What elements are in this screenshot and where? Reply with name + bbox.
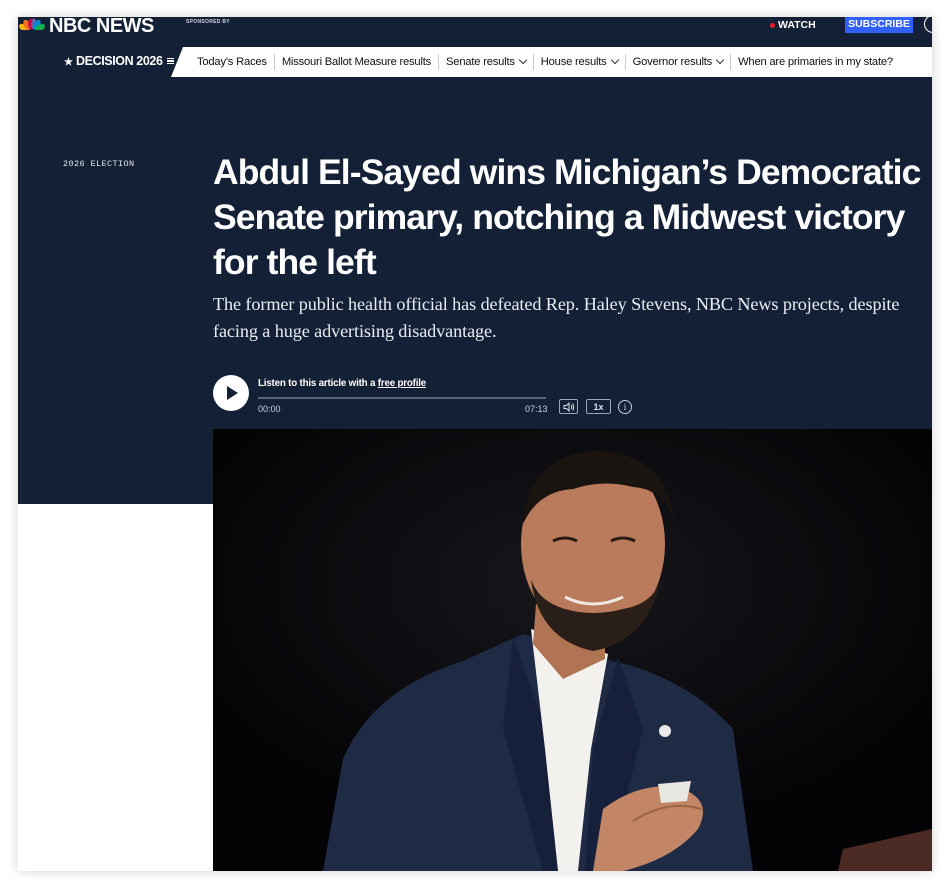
sponsored-label: SPONSORED BY [186, 19, 230, 25]
volume-button[interactable] [559, 399, 578, 414]
subnav-item-senate-results[interactable]: Senate results [438, 54, 533, 70]
decision-brand: DECISION 2026 [76, 54, 163, 68]
user-icon[interactable] [924, 17, 932, 33]
play-button[interactable] [213, 375, 249, 411]
subnav-item-todays-races[interactable]: Today's Races [197, 54, 274, 70]
play-icon [227, 386, 238, 400]
watch-label: WATCH [778, 19, 816, 31]
nbc-peacock-icon [19, 18, 45, 34]
top-bar: NBC NEWS SPONSORED BY WATCH SUBSCRIBE [18, 17, 932, 39]
audio-duration: 07:13 [525, 404, 548, 414]
audio-elapsed: 00:00 [258, 404, 281, 414]
election-subnav: Today's Races Missouri Ballot Measure re… [171, 47, 932, 77]
volume-icon [563, 402, 575, 412]
chevron-down-icon [610, 55, 619, 65]
article-eyebrow[interactable]: 2026 ELECTION [63, 159, 135, 169]
subnav-item-governor-results[interactable]: Governor results [624, 54, 731, 70]
candidate-photo [213, 429, 932, 871]
audio-progress-track[interactable] [258, 397, 546, 399]
chevron-down-icon [518, 55, 528, 65]
decision-2026-logo[interactable]: DECISION 2026 [64, 54, 174, 68]
free-profile-link[interactable]: free profile [378, 378, 426, 389]
watch-link[interactable]: WATCH [770, 19, 816, 31]
article-dek: The former public health official has de… [213, 294, 900, 341]
article-lead-image [213, 429, 932, 871]
logo-text: NBC NEWS [49, 17, 154, 37]
info-icon[interactable]: i [618, 400, 632, 414]
live-dot-icon [770, 22, 775, 28]
page: NBC NEWS SPONSORED BY WATCH SUBSCRIBE DE… [18, 17, 932, 871]
subnav-item-house-results[interactable]: House results [532, 54, 625, 70]
star-icon [64, 56, 73, 66]
playback-speed-button[interactable]: 1x [586, 399, 611, 414]
decision-lines-icon [166, 57, 174, 65]
chevron-down-icon [715, 55, 725, 65]
subscribe-button[interactable]: SUBSCRIBE [845, 17, 913, 33]
nbc-news-logo[interactable]: NBC NEWS [19, 17, 154, 36]
subnav-item-missouri-ballot[interactable]: Missouri Ballot Measure results [273, 54, 438, 70]
subnav-item-primaries[interactable]: When are primaries in my state? [730, 54, 900, 70]
article-headline: Abdul El-Sayed wins Michigan’s Democrati… [213, 152, 921, 282]
listen-prompt: Listen to this article with a free profi… [258, 378, 426, 389]
